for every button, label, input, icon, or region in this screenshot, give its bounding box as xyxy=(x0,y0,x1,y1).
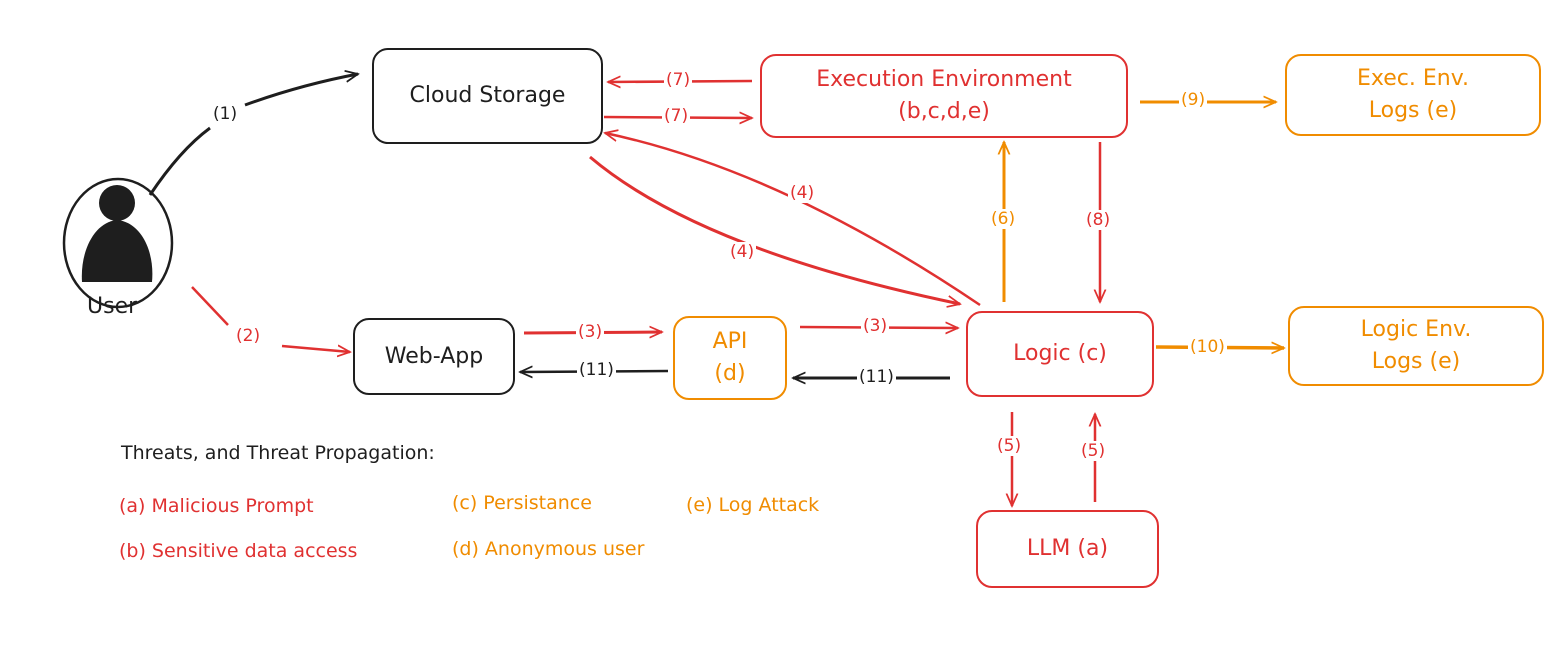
edge-label-4a: (4) xyxy=(788,183,817,203)
edge-label-8: (8) xyxy=(1084,210,1113,230)
legend-item-e: (e) Log Attack xyxy=(686,494,820,516)
edge-label-3b: (3) xyxy=(861,316,890,336)
node-execution-environment[interactable]: Execution Environment (b,c,d,e) xyxy=(760,54,1128,138)
edge-2-head xyxy=(281,346,350,352)
edge-label-3a: (3) xyxy=(576,322,605,342)
legend-item-d: (d) Anonymous user xyxy=(452,538,645,560)
node-cloud-storage-label: Cloud Storage xyxy=(409,83,566,108)
node-execution-environment-threats: (b,c,d,e) xyxy=(898,99,990,124)
edge-4a xyxy=(605,133,981,307)
edge-1 xyxy=(148,126,211,196)
edge-label-10: (10) xyxy=(1188,337,1227,357)
node-exec-env-logs[interactable]: Exec. Env. Logs (e) xyxy=(1285,54,1541,136)
node-execution-environment-label: Execution Environment xyxy=(816,67,1072,92)
node-api-label: API xyxy=(712,329,748,354)
edge-label-11a: (11) xyxy=(857,367,896,387)
legend-item-a: (a) Malicious Prompt xyxy=(119,495,314,517)
user-label: User xyxy=(87,294,138,319)
node-logic-env-logs-line2: Logs (e) xyxy=(1371,349,1461,374)
edge-label-11b: (11) xyxy=(577,360,616,380)
node-llm-label: LLM (a) xyxy=(1026,536,1109,561)
node-api-threats: (d) xyxy=(714,361,746,386)
node-exec-env-logs-line2: Logs (e) xyxy=(1368,98,1458,123)
node-cloud-storage[interactable]: Cloud Storage xyxy=(372,48,603,144)
legend-item-c: (c) Persistance xyxy=(452,492,592,514)
node-api[interactable]: API (d) xyxy=(673,316,787,400)
edge-label-5a: (5) xyxy=(995,436,1024,456)
edge-1-head xyxy=(244,74,358,107)
edge-label-4b: (4) xyxy=(728,242,757,262)
user-icon xyxy=(62,177,174,309)
edge-label-1: (1) xyxy=(211,104,240,124)
edge-4b xyxy=(589,155,960,304)
edge-label-2: (2) xyxy=(234,326,263,346)
edge-label-6: (6) xyxy=(989,209,1018,229)
edge-label-7a: (7) xyxy=(664,70,693,90)
node-exec-env-logs-line1: Exec. Env. xyxy=(1356,66,1469,91)
edge-label-7b: (7) xyxy=(662,106,691,126)
node-logic-env-logs[interactable]: Logic Env. Logs (e) xyxy=(1288,306,1544,386)
node-web-app[interactable]: Web-App xyxy=(353,318,515,395)
node-logic-label: Logic (c) xyxy=(1013,341,1107,366)
edge-label-9: (9) xyxy=(1179,90,1208,110)
legend-title: Threats, and Threat Propagation: xyxy=(121,442,435,464)
node-logic[interactable]: Logic (c) xyxy=(966,311,1154,397)
legend-item-b: (b) Sensitive data access xyxy=(119,540,358,562)
node-web-app-label: Web-App xyxy=(384,343,484,369)
node-llm[interactable]: LLM (a) xyxy=(976,510,1159,588)
edge-2 xyxy=(191,286,229,326)
edge-label-5b: (5) xyxy=(1079,441,1108,461)
node-logic-env-logs-line1: Logic Env. xyxy=(1360,317,1472,342)
